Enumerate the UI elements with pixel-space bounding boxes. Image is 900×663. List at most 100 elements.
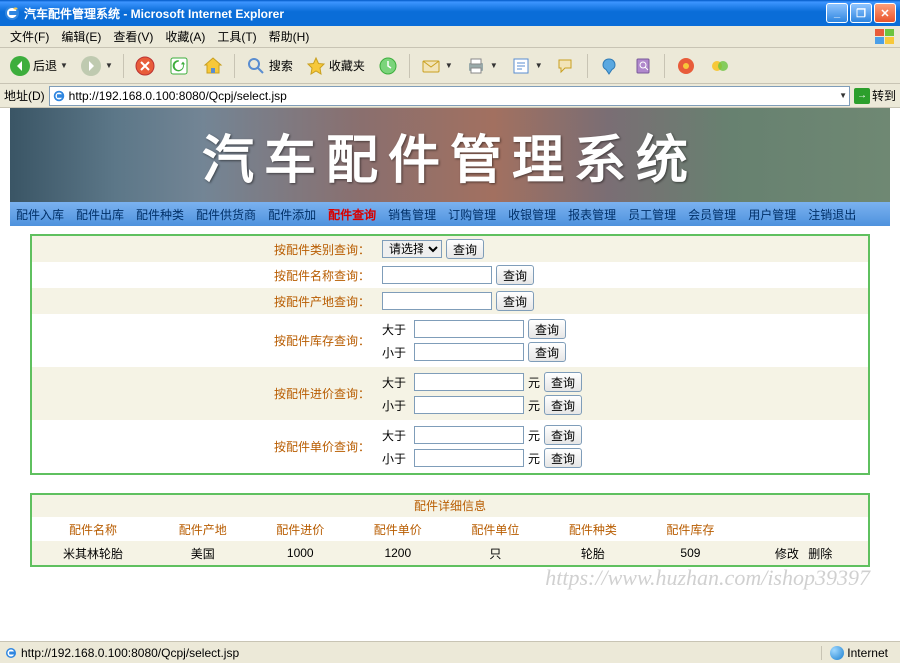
page-icon xyxy=(4,646,18,660)
page-icon xyxy=(52,89,66,103)
query-btn-unitprice-lt[interactable]: 查询 xyxy=(544,448,582,468)
label-category: 按配件类别查询： xyxy=(32,241,382,258)
label-unitprice: 按配件单价查询： xyxy=(32,438,382,455)
go-icon: → xyxy=(854,88,870,104)
nav-sales[interactable]: 销售管理 xyxy=(382,206,442,223)
menu-tools[interactable]: 工具(T) xyxy=(211,26,262,47)
search-button[interactable]: 搜索 xyxy=(240,52,298,80)
query-btn-stock-lt[interactable]: 查询 xyxy=(528,342,566,362)
research-button[interactable] xyxy=(627,52,659,80)
favorites-button[interactable]: 收藏夹 xyxy=(300,52,370,80)
query-btn-origin[interactable]: 查询 xyxy=(496,291,534,311)
edit-button[interactable]: ▼ xyxy=(505,52,548,80)
forward-button[interactable]: ▼ xyxy=(75,52,118,80)
yuan-unit: 元 xyxy=(528,397,540,414)
status-zone: Internet xyxy=(821,646,896,660)
search-label: 搜索 xyxy=(269,57,293,74)
nav-member[interactable]: 会员管理 xyxy=(682,206,742,223)
cell-category: 轮胎 xyxy=(544,541,642,565)
yuan-unit: 元 xyxy=(528,374,540,391)
unitprice-lt-input[interactable] xyxy=(414,449,524,467)
statusbar: http://192.168.0.100:8080/Qcpj/select.js… xyxy=(0,641,900,663)
status-text: http://192.168.0.100:8080/Qcpj/select.js… xyxy=(21,646,239,660)
query-btn-inprice-gt[interactable]: 查询 xyxy=(544,372,582,392)
discuss-button[interactable] xyxy=(550,52,582,80)
query-btn-unitprice-gt[interactable]: 查询 xyxy=(544,425,582,445)
stop-button[interactable] xyxy=(129,52,161,80)
back-dropdown-icon: ▼ xyxy=(60,61,68,70)
maximize-button[interactable]: ❐ xyxy=(850,3,872,23)
stock-gt-input[interactable] xyxy=(414,320,524,338)
nav-cashier[interactable]: 收银管理 xyxy=(502,206,562,223)
mail-button[interactable]: ▼ xyxy=(415,52,458,80)
home-button[interactable] xyxy=(197,52,229,80)
cell-actions: 修改 删除 xyxy=(739,541,868,565)
minimize-button[interactable]: _ xyxy=(826,3,848,23)
menu-favorites[interactable]: 收藏(A) xyxy=(159,26,211,47)
back-label: 后退 xyxy=(33,57,57,74)
query-btn-stock-gt[interactable]: 查询 xyxy=(528,319,566,339)
nav-report[interactable]: 报表管理 xyxy=(562,206,622,223)
nav-outbound[interactable]: 配件出库 xyxy=(70,206,130,223)
origin-input[interactable] xyxy=(382,292,492,310)
stock-gt-label: 大于 xyxy=(382,321,410,338)
page-viewport: 汽车配件管理系统 配件入库 配件出库 配件种类 配件供货商 配件添加 配件查询 … xyxy=(0,108,900,641)
banner-title: 汽车配件管理系统 xyxy=(202,118,698,193)
nav-order[interactable]: 订购管理 xyxy=(442,206,502,223)
menu-file[interactable]: 文件(F) xyxy=(4,26,55,47)
inprice-gt-input[interactable] xyxy=(414,373,524,391)
messenger-button[interactable] xyxy=(593,52,625,80)
delete-link[interactable]: 删除 xyxy=(808,547,832,561)
menu-help[interactable]: 帮助(H) xyxy=(263,26,316,47)
refresh-button[interactable] xyxy=(163,52,195,80)
go-button[interactable]: → 转到 xyxy=(854,87,896,104)
category-select[interactable]: 请选择 xyxy=(382,240,442,258)
nav-query[interactable]: 配件查询 xyxy=(322,206,382,223)
toolbar: 后退 ▼ ▼ 搜索 收藏夹 ▼ ▼ ▼ xyxy=(0,48,900,84)
unitprice-gt-input[interactable] xyxy=(414,426,524,444)
print-button[interactable]: ▼ xyxy=(460,52,503,80)
inprice-gt-label: 大于 xyxy=(382,374,410,391)
edit-link[interactable]: 修改 xyxy=(775,547,799,561)
menu-view[interactable]: 查看(V) xyxy=(107,26,159,47)
label-inprice: 按配件进价查询： xyxy=(32,385,382,402)
security-button[interactable] xyxy=(670,52,702,80)
th-name: 配件名称 xyxy=(32,517,154,541)
navbar: 配件入库 配件出库 配件种类 配件供货商 配件添加 配件查询 销售管理 订购管理… xyxy=(10,202,890,226)
nav-inbound[interactable]: 配件入库 xyxy=(10,206,70,223)
detail-title: 配件详细信息 xyxy=(32,495,868,517)
back-button[interactable]: 后退 ▼ xyxy=(4,52,73,80)
url-text: http://192.168.0.100:8080/Qcpj/select.js… xyxy=(69,89,838,103)
query-btn-name[interactable]: 查询 xyxy=(496,265,534,285)
banner: 汽车配件管理系统 xyxy=(10,108,890,202)
stock-lt-input[interactable] xyxy=(414,343,524,361)
nav-supplier[interactable]: 配件供货商 xyxy=(190,206,262,223)
cell-stock: 509 xyxy=(642,541,740,565)
window-title: 汽车配件管理系统 - Microsoft Internet Explorer xyxy=(24,5,824,22)
favorites-label: 收藏夹 xyxy=(329,57,365,74)
unitprice-gt-label: 大于 xyxy=(382,427,410,444)
name-input[interactable] xyxy=(382,266,492,284)
th-actions xyxy=(739,517,868,541)
query-btn-inprice-lt[interactable]: 查询 xyxy=(544,395,582,415)
extra-button[interactable] xyxy=(704,52,736,80)
history-button[interactable] xyxy=(372,52,404,80)
yuan-unit: 元 xyxy=(528,427,540,444)
address-dropdown-icon[interactable]: ▼ xyxy=(839,91,847,100)
inprice-lt-input[interactable] xyxy=(414,396,524,414)
menubar: 文件(F) 编辑(E) 查看(V) 收藏(A) 工具(T) 帮助(H) xyxy=(0,26,900,48)
nav-category[interactable]: 配件种类 xyxy=(130,206,190,223)
nav-staff[interactable]: 员工管理 xyxy=(622,206,682,223)
menu-edit[interactable]: 编辑(E) xyxy=(55,26,107,47)
close-button[interactable]: ✕ xyxy=(874,3,896,23)
table-row: 米其林轮胎 美国 1000 1200 只 轮胎 509 修改 删除 xyxy=(32,541,868,565)
forward-dropdown-icon: ▼ xyxy=(105,61,113,70)
nav-logout[interactable]: 注销退出 xyxy=(802,206,862,223)
nav-add[interactable]: 配件添加 xyxy=(262,206,322,223)
address-input[interactable]: http://192.168.0.100:8080/Qcpj/select.js… xyxy=(49,86,850,106)
cell-unit: 只 xyxy=(447,541,545,565)
cell-inprice: 1000 xyxy=(251,541,349,565)
nav-user[interactable]: 用户管理 xyxy=(742,206,802,223)
query-btn-category[interactable]: 查询 xyxy=(446,239,484,259)
window-titlebar: 汽车配件管理系统 - Microsoft Internet Explorer _… xyxy=(0,0,900,26)
